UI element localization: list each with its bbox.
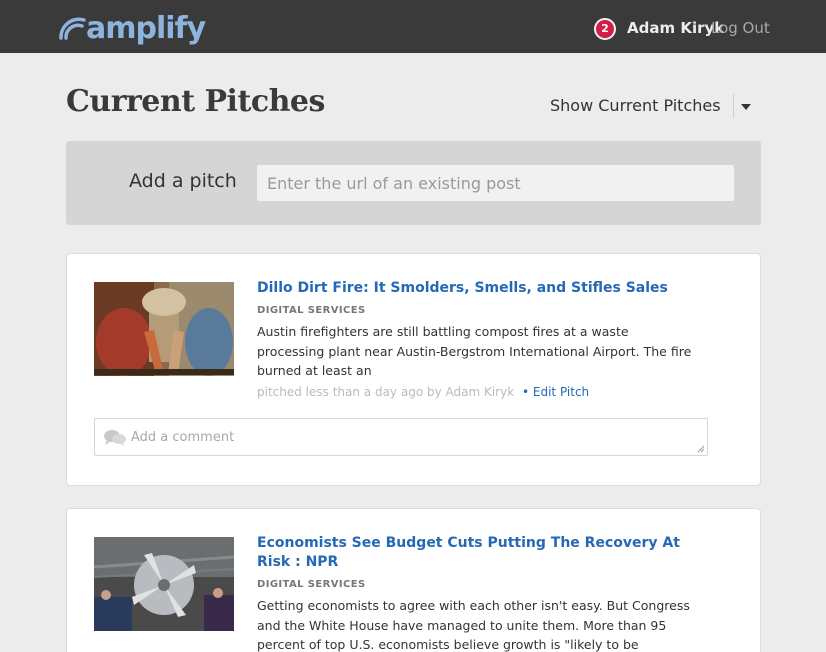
add-pitch-panel: Add a pitch	[66, 141, 761, 225]
resize-handle-icon[interactable]	[697, 445, 705, 453]
dropdown-divider	[733, 94, 734, 118]
pitch-card: Dillo Dirt Fire: It Smolders, Smells, an…	[66, 253, 761, 486]
pitch-title-link[interactable]: Economists See Budget Cuts Putting The R…	[257, 534, 687, 572]
pitch-meta: pitched less than a day ago by Adam Kiry…	[257, 385, 589, 399]
top-navbar: amplify 2 Adam Kiryk Log Out	[0, 0, 826, 53]
pitch-url-input[interactable]	[257, 165, 734, 201]
comment-input[interactable]	[131, 419, 691, 455]
user-name[interactable]: Adam Kiryk	[627, 19, 724, 37]
pitch-thumbnail[interactable]	[94, 282, 234, 376]
signal-waves-icon	[59, 17, 86, 40]
pitch-description: Austin firefighters are still battling c…	[257, 324, 692, 378]
pitch-thumbnail[interactable]	[94, 537, 234, 631]
pitch-category: DIGITAL SERVICES	[257, 579, 366, 590]
chevron-down-icon[interactable]	[741, 104, 751, 110]
notification-badge[interactable]: 2	[594, 18, 616, 40]
comment-box	[94, 418, 708, 456]
edit-pitch-link[interactable]: • Edit Pitch	[522, 385, 589, 399]
pitch-description: Getting economists to agree with each ot…	[257, 598, 690, 652]
logout-link[interactable]: Log Out	[711, 19, 770, 37]
pitch-card: Economists See Budget Cuts Putting The R…	[66, 508, 761, 652]
amplify-logo[interactable]: amplify	[58, 8, 206, 46]
add-pitch-label: Add a pitch	[129, 170, 237, 192]
pitch-category: DIGITAL SERVICES	[257, 305, 366, 316]
pitch-title-link[interactable]: Dillo Dirt Fire: It Smolders, Smells, an…	[257, 279, 687, 298]
pitch-filter-dropdown[interactable]: Show Current Pitches	[550, 96, 721, 115]
logo-text: amplify	[86, 11, 206, 46]
pitch-meta-text: pitched less than a day ago by Adam Kiry…	[257, 385, 515, 399]
comment-bubbles-icon	[104, 430, 126, 446]
page-title: Current Pitches	[66, 84, 325, 119]
